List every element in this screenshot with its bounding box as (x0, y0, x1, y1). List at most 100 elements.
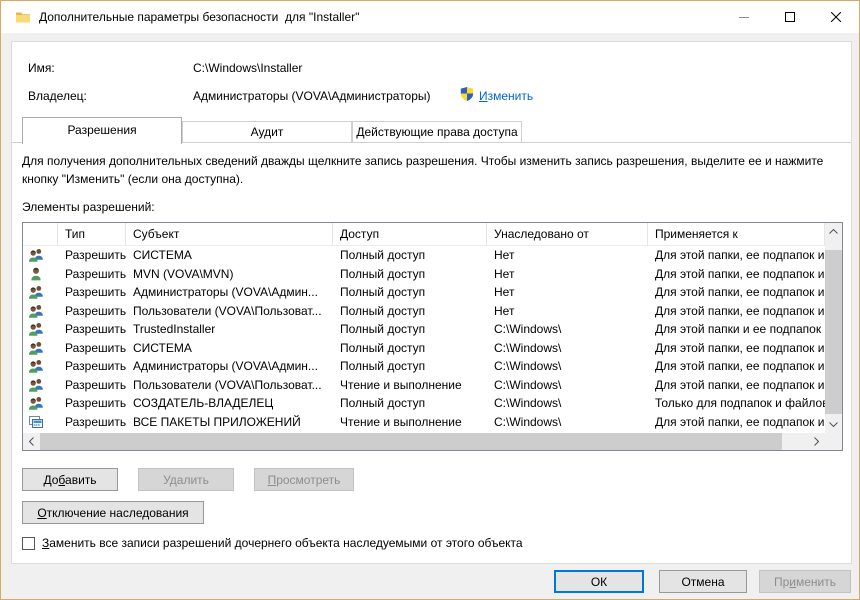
cell-principal: Администраторы (VOVA\Админ... (126, 283, 333, 302)
cell-inherited-from: C:\Windows\ (487, 339, 648, 358)
acl-rows: Разрешить СИСТЕМА Полный доступ Нет Для … (23, 246, 825, 433)
cell-access: Чтение и выполнение (333, 376, 487, 395)
disable-inheritance-button[interactable]: Отключение наследования (22, 501, 204, 524)
window-controls (721, 1, 859, 33)
scroll-up-arrow-icon[interactable] (825, 223, 842, 240)
advanced-security-settings-dialog: Дополнительные параметры безопасности дл… (0, 0, 860, 600)
name-label: Имя: (28, 61, 55, 75)
column-header-access[interactable]: Доступ (333, 223, 487, 246)
cell-principal: СИСТЕМА (126, 246, 333, 265)
table-row[interactable]: Разрешить Администраторы (VOVA\Админ... … (23, 283, 825, 302)
cell-inherited-from: Нет (487, 265, 648, 284)
cell-type: Разрешить (58, 413, 126, 432)
cell-type: Разрешить (58, 394, 126, 413)
cell-applies-to: Для этой папки и ее подпапок (648, 320, 825, 339)
ok-button[interactable]: ОК (554, 570, 644, 593)
table-row[interactable]: Разрешить Администраторы (VOVA\Админ... … (23, 357, 825, 376)
apply-button[interactable]: Применить (759, 570, 851, 593)
cell-applies-to: Для этой папки, ее подпапок и файлов (648, 265, 825, 284)
cell-type: Разрешить (58, 302, 126, 321)
minimize-icon (739, 12, 749, 22)
table-row[interactable]: Разрешить СОЗДАТЕЛЬ-ВЛАДЕЛЕЦ Полный дост… (23, 394, 825, 413)
column-header-applies-to[interactable]: Применяется к (648, 223, 825, 246)
table-row[interactable]: Разрешить ВСЕ ПАКЕТЫ ПРИЛОЖЕНИЙ Чтение и… (23, 413, 825, 432)
user-icon (28, 266, 44, 282)
owner-value: Администраторы (VOVA\Администраторы) (193, 89, 431, 103)
cancel-button[interactable]: Отмена (659, 570, 747, 593)
cell-applies-to: Для этой папки, ее подпапок и файлов (648, 339, 825, 358)
scroll-right-arrow-icon[interactable] (808, 433, 825, 450)
cell-access: Чтение и выполнение (333, 413, 487, 432)
cell-principal: MVN (VOVA\MVN) (126, 265, 333, 284)
scroll-left-arrow-icon[interactable] (23, 433, 40, 450)
table-row[interactable]: Разрешить СИСТЕМА Полный доступ C:\Windo… (23, 339, 825, 358)
group-icon (28, 358, 44, 374)
cell-inherited-from: C:\Windows\ (487, 320, 648, 339)
permissions-description: Для получения дополнительных сведений дв… (22, 152, 828, 188)
cell-access: Полный доступ (333, 394, 487, 413)
cell-inherited-from: Нет (487, 302, 648, 321)
vertical-scrollbar-thumb[interactable] (825, 250, 842, 414)
cell-principal: Пользователи (VOVA\Пользоват... (126, 302, 333, 321)
cell-inherited-from: C:\Windows\ (487, 376, 648, 395)
group-icon (28, 377, 44, 393)
group-icon (28, 284, 44, 300)
cell-inherited-from: Нет (487, 246, 648, 265)
column-header-inherited-from[interactable]: Унаследовано от (487, 223, 648, 246)
cell-access: Полный доступ (333, 246, 487, 265)
table-header: Тип Субъект Доступ Унаследовано от Приме… (23, 223, 825, 246)
scrollbar-corner (825, 433, 842, 450)
cell-principal: ВСЕ ПАКЕТЫ ПРИЛОЖЕНИЙ (126, 413, 333, 432)
table-row[interactable]: Разрешить MVN (VOVA\MVN) Полный доступ Н… (23, 265, 825, 284)
remove-button[interactable]: Удалить (138, 468, 234, 491)
tab-effective-access[interactable]: Действующие права доступа (352, 121, 522, 143)
cell-type: Разрешить (58, 283, 126, 302)
scroll-down-arrow-icon[interactable] (825, 416, 842, 433)
group-icon (28, 395, 44, 411)
replace-permissions-row: Заменить все записи разрешений дочернего… (22, 536, 523, 550)
table-row[interactable]: Разрешить Пользователи (VOVA\Пользоват..… (23, 376, 825, 395)
close-icon (831, 12, 841, 22)
cell-type: Разрешить (58, 320, 126, 339)
table-row[interactable]: Разрешить СИСТЕМА Полный доступ Нет Для … (23, 246, 825, 265)
replace-permissions-label: Заменить все записи разрешений дочернего… (42, 536, 523, 550)
cell-inherited-from: C:\Windows\ (487, 394, 648, 413)
cell-type: Разрешить (58, 339, 126, 358)
cell-inherited-from: C:\Windows\ (487, 357, 648, 376)
tab-permissions[interactable]: Разрешения (22, 117, 182, 144)
cell-applies-to: Для этой папки, ее подпапок и файлов (648, 413, 825, 432)
column-header-principal[interactable]: Субъект (126, 223, 333, 246)
horizontal-scrollbar-thumb[interactable] (40, 433, 782, 450)
vertical-scrollbar[interactable] (825, 223, 842, 433)
close-button[interactable] (813, 1, 859, 33)
add-button[interactable]: Добавить (22, 468, 118, 491)
cell-applies-to: Только для подпапок и файлов (648, 394, 825, 413)
cell-principal: TrustedInstaller (126, 320, 333, 339)
name-value: C:\Windows\Installer (193, 61, 302, 75)
cell-type: Разрешить (58, 265, 126, 284)
column-header-type[interactable]: Тип (58, 223, 126, 246)
cell-access: Полный доступ (333, 320, 487, 339)
group-icon (28, 340, 44, 356)
main-panel: Имя: C:\Windows\Installer Владелец: Адми… (11, 41, 852, 564)
cell-principal: СИСТЕМА (126, 339, 333, 358)
tab-audit[interactable]: Аудит (182, 121, 352, 143)
column-header-icon[interactable] (23, 223, 58, 246)
view-button[interactable]: Просмотреть (254, 468, 354, 491)
shield-icon (459, 86, 475, 102)
table-row[interactable]: Разрешить Пользователи (VOVA\Пользоват..… (23, 302, 825, 321)
cell-access: Полный доступ (333, 302, 487, 321)
cell-principal: Пользователи (VOVA\Пользоват... (126, 376, 333, 395)
owner-label: Владелец: (28, 89, 87, 103)
horizontal-scrollbar[interactable] (23, 433, 825, 450)
change-owner-link[interactable]: Изменить (479, 89, 533, 103)
maximize-icon (785, 12, 795, 22)
minimize-button[interactable] (721, 1, 767, 33)
replace-permissions-checkbox[interactable] (22, 537, 35, 550)
table-row[interactable]: Разрешить TrustedInstaller Полный доступ… (23, 320, 825, 339)
maximize-button[interactable] (767, 1, 813, 33)
cell-applies-to: Для этой папки, ее подпапок и файлов (648, 246, 825, 265)
group-icon (28, 247, 44, 263)
folder-icon (15, 9, 31, 25)
permission-entries-label: Элементы разрешений: (22, 200, 155, 214)
